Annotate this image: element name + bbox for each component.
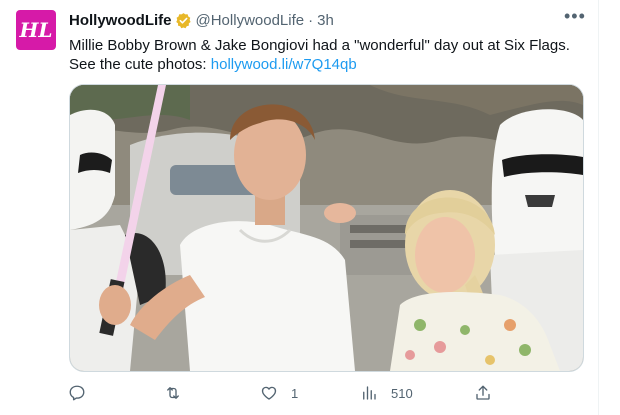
- reply-button[interactable]: [68, 381, 99, 405]
- tweet-photo[interactable]: [69, 84, 584, 372]
- author-handle[interactable]: @HollywoodLife: [196, 12, 305, 29]
- like-icon: [261, 386, 277, 400]
- avatar-logo-text: HL: [19, 18, 53, 42]
- photo-illustration: [70, 85, 583, 371]
- like-count: 1: [291, 385, 299, 401]
- tweet-timestamp[interactable]: 3h: [317, 12, 334, 29]
- share-button[interactable]: [474, 381, 492, 405]
- tweet-header: HollywoodLife @HollywoodLife · 3h: [69, 12, 334, 29]
- like-button[interactable]: 1: [260, 381, 298, 405]
- separator-dot: ·: [308, 12, 314, 29]
- more-options-icon[interactable]: •••: [564, 7, 585, 29]
- verified-badge-icon: [175, 13, 191, 29]
- avatar[interactable]: HL: [16, 10, 56, 50]
- tweet-link[interactable]: hollywood.li/w7Q14qb: [211, 56, 357, 73]
- tweet-card[interactable]: HL HollywoodLife @HollywoodLife · 3h •••…: [0, 0, 599, 415]
- views-button[interactable]: 510: [360, 381, 413, 405]
- views-count: 510: [391, 385, 413, 401]
- share-icon: [476, 385, 490, 400]
- author-name[interactable]: HollywoodLife: [69, 12, 172, 29]
- retweet-icon: [167, 387, 179, 399]
- reply-icon: [69, 385, 85, 401]
- views-icon: [363, 386, 376, 400]
- retweet-button[interactable]: [164, 381, 195, 405]
- tweet-text: Millie Bobby Brown & Jake Bongiovi had a…: [69, 36, 584, 74]
- action-bar: 1 510: [60, 381, 500, 405]
